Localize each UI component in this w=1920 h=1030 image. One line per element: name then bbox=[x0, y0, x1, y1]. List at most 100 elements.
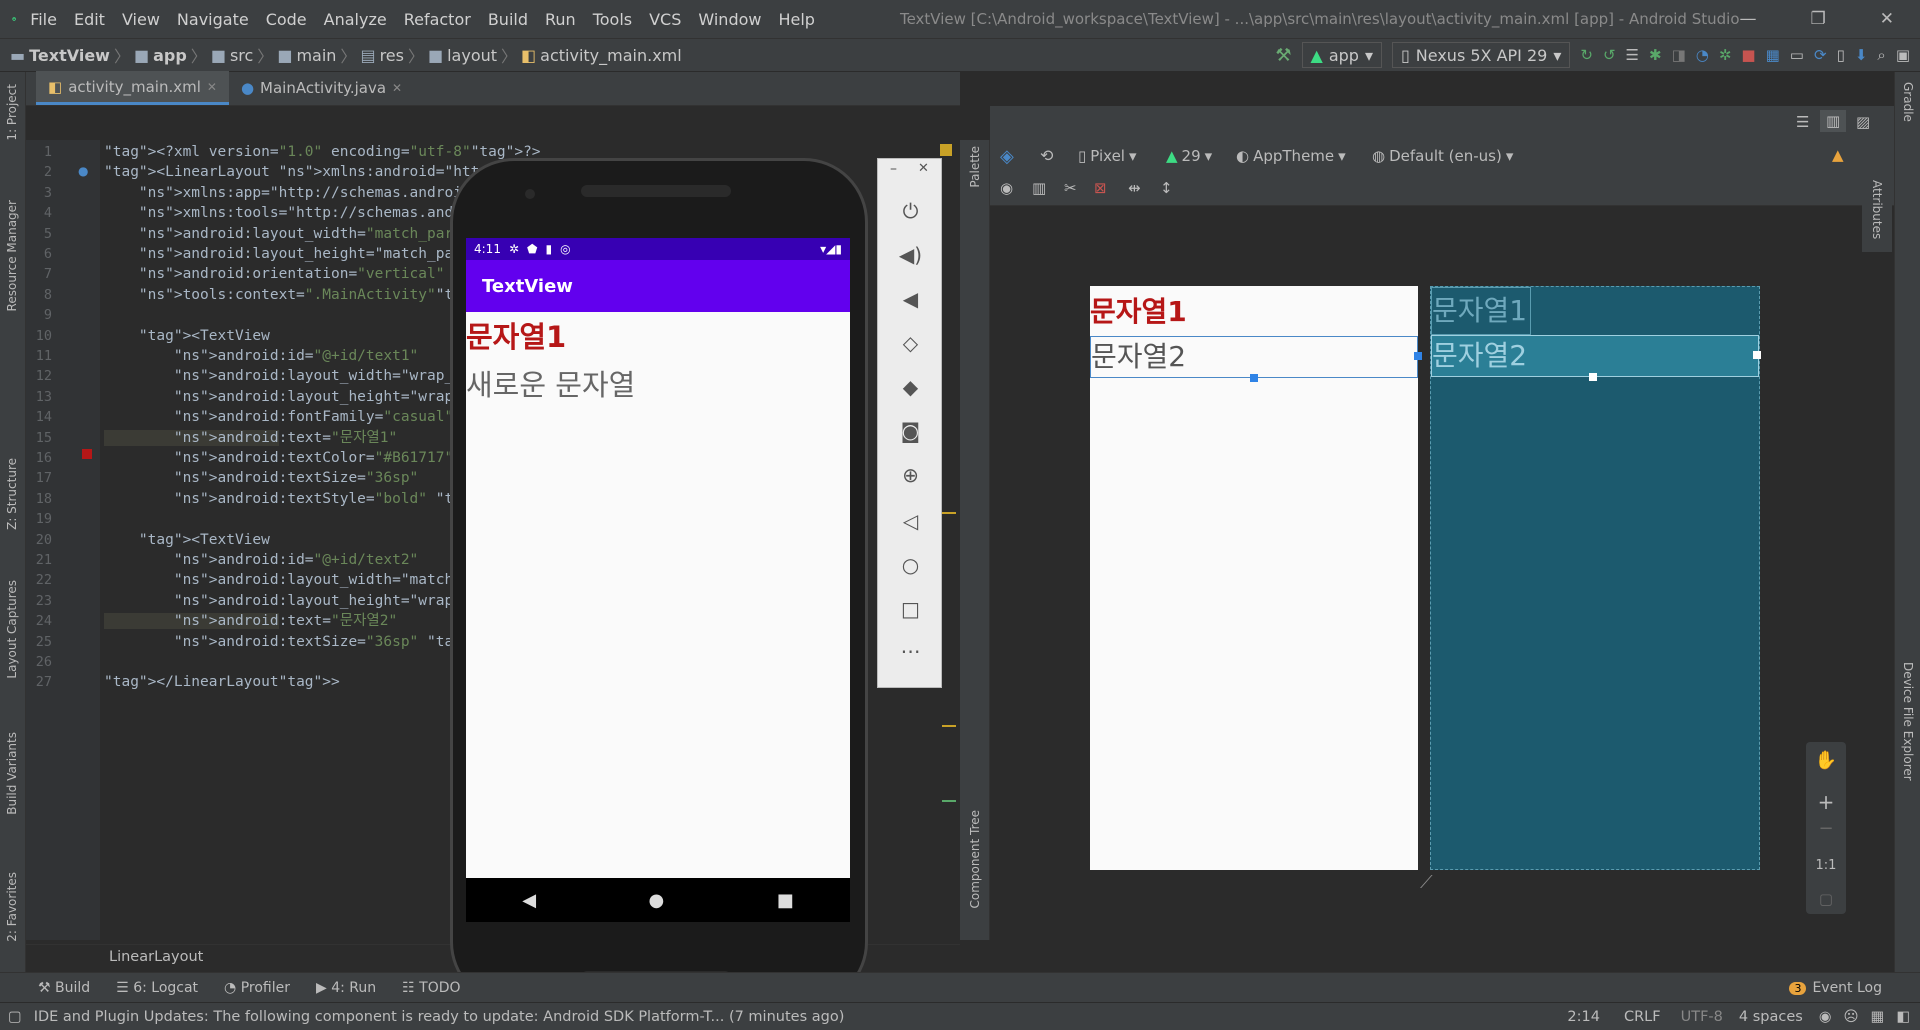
rotate-left-icon[interactable]: ◇ bbox=[878, 331, 943, 355]
color-swatch-icon[interactable] bbox=[82, 449, 92, 459]
tool-run[interactable]: ▶ 4: Run bbox=[316, 980, 376, 996]
warning-marker[interactable] bbox=[940, 144, 952, 156]
vcs-icon[interactable]: ◉ bbox=[1819, 1009, 1832, 1025]
menu-vcs[interactable]: VCS bbox=[649, 10, 681, 29]
preview-text1[interactable]: 문자열1 bbox=[1090, 290, 1187, 330]
rerun-icon[interactable]: ↻ bbox=[1580, 46, 1593, 64]
back-icon[interactable]: ◁ bbox=[878, 509, 943, 533]
home-icon[interactable]: ● bbox=[649, 890, 665, 911]
menu-help[interactable]: Help bbox=[778, 10, 814, 29]
component-tree-tab[interactable]: Component Tree bbox=[968, 810, 982, 908]
device-manager-icon[interactable]: ▯ bbox=[1837, 46, 1845, 64]
screenshot-icon[interactable]: ◙ bbox=[878, 419, 943, 443]
menu-code[interactable]: Code bbox=[266, 10, 307, 29]
clear-constraints-icon[interactable]: ⊠ bbox=[1094, 179, 1107, 197]
hammer-icon[interactable]: ⚒ bbox=[1275, 45, 1291, 66]
status-message[interactable]: IDE and Plugin Updates: The following co… bbox=[34, 1009, 845, 1025]
tool-favorites[interactable]: 2: Favorites bbox=[5, 872, 19, 942]
device-select[interactable]: ▯ Nexus 5X API 29 ▾ bbox=[1391, 42, 1571, 68]
menu-analyze[interactable]: Analyze bbox=[324, 10, 387, 29]
menu-edit[interactable]: Edit bbox=[74, 10, 105, 29]
device-dropdown[interactable]: ▯ Pixel ▾ bbox=[1078, 147, 1137, 165]
eye-icon[interactable]: ◉ bbox=[1000, 179, 1013, 197]
close-emulator-icon[interactable]: ✕ bbox=[918, 161, 929, 176]
orientation-icon[interactable]: ⟲ bbox=[1040, 146, 1053, 165]
more-icon[interactable]: ⋯ bbox=[878, 639, 943, 663]
notifications-icon[interactable]: ◧ bbox=[1896, 1009, 1910, 1025]
menu-view[interactable]: View bbox=[122, 10, 160, 29]
margins-icon[interactable]: ▥ bbox=[1032, 179, 1046, 197]
breadcrumb-app[interactable]: ■ app 〉 bbox=[134, 43, 207, 67]
menu-run[interactable]: Run bbox=[545, 10, 576, 29]
back-icon[interactable]: ◀ bbox=[522, 890, 536, 911]
design-preview[interactable]: 문자열1 문자열2 bbox=[1090, 286, 1422, 870]
breadcrumb-project[interactable]: ▬ TextView 〉 bbox=[10, 43, 130, 67]
code-line[interactable]: "tag"></LinearLayout"tag">> bbox=[104, 670, 340, 695]
memory-icon[interactable]: ▦ bbox=[1871, 1009, 1885, 1025]
restore-icon[interactable]: ❐ bbox=[1811, 9, 1826, 29]
sync-gradle-icon[interactable]: ⟳ bbox=[1814, 46, 1827, 64]
blueprint-text2[interactable]: 문자열2 bbox=[1431, 335, 1759, 377]
avd-manager-icon[interactable]: ▭ bbox=[1790, 46, 1804, 64]
guidelines-icon[interactable]: ↕ bbox=[1160, 179, 1173, 197]
breadcrumb-main[interactable]: ■ main 〉 bbox=[277, 43, 356, 67]
status-toggle-icon[interactable]: ▢ bbox=[8, 1009, 22, 1025]
split-view-icon[interactable]: ▥ bbox=[1820, 110, 1847, 132]
apply-code-changes-icon[interactable]: ☰ bbox=[1626, 46, 1639, 64]
zoom-out-button[interactable]: − bbox=[1808, 818, 1844, 839]
sdk-manager-icon[interactable]: ⬇ bbox=[1855, 46, 1868, 64]
breadcrumb-layout[interactable]: ■ layout 〉 bbox=[428, 43, 517, 67]
menu-tools[interactable]: Tools bbox=[593, 10, 632, 29]
rotate-right-icon[interactable]: ◆ bbox=[878, 375, 943, 399]
footer-element-path[interactable]: LinearLayout bbox=[109, 949, 203, 965]
minimize-emulator-icon[interactable]: – bbox=[890, 161, 897, 177]
breadcrumb-src[interactable]: ■ src 〉 bbox=[211, 43, 274, 67]
tool-event-log[interactable]: 3 Event Log bbox=[1789, 980, 1882, 996]
debug-icon[interactable]: ✱ bbox=[1649, 46, 1662, 64]
overview-icon[interactable]: □ bbox=[878, 597, 943, 621]
autoconnect-icon[interactable]: ✂ bbox=[1064, 179, 1077, 197]
close-tab-icon[interactable]: ✕ bbox=[392, 81, 402, 95]
emulator-screen[interactable]: 4:11 ✲ ⬟ ▮ ◎ ▾◢▮ TextView 문자열1 새로운 문자열 ◀… bbox=[466, 238, 850, 922]
menu-build[interactable]: Build bbox=[488, 10, 528, 29]
breadcrumb-res[interactable]: ▤ res 〉 bbox=[360, 43, 424, 67]
code-line[interactable]: "ns">android:textSize="36sp" "tag">/> bbox=[104, 630, 497, 655]
tool-device-file-explorer[interactable]: Device File Explorer bbox=[1901, 662, 1915, 781]
error-stripe[interactable] bbox=[940, 140, 960, 940]
close-tab-icon[interactable]: ✕ bbox=[207, 80, 217, 94]
inspection-icon[interactable]: ☹ bbox=[1843, 1009, 1858, 1025]
indent-setting[interactable]: 4 spaces bbox=[1739, 1009, 1803, 1025]
zoom-in-button[interactable]: + bbox=[1808, 790, 1844, 814]
attributes-tab[interactable]: Attributes bbox=[1870, 180, 1884, 239]
preview-text2[interactable]: 문자열2 bbox=[1090, 336, 1418, 378]
zoom-icon[interactable]: ⊕ bbox=[878, 463, 943, 487]
resize-handle[interactable] bbox=[1414, 352, 1422, 360]
tool-build[interactable]: ⚒ Build bbox=[38, 980, 90, 996]
caret-position[interactable]: 2:14 bbox=[1567, 1009, 1600, 1025]
stop-icon[interactable]: ■ bbox=[1741, 46, 1755, 64]
resize-handle[interactable] bbox=[1250, 374, 1258, 382]
menu-navigate[interactable]: Navigate bbox=[177, 10, 249, 29]
change-marker[interactable] bbox=[942, 800, 956, 802]
code-line[interactable]: "ns">tools:context=".MainActivity""tag">… bbox=[104, 283, 497, 308]
locale-dropdown[interactable]: ◍ Default (en-us) ▾ bbox=[1372, 147, 1513, 165]
resize-handle[interactable] bbox=[1753, 351, 1761, 359]
power-icon[interactable]: ⏻ bbox=[878, 199, 943, 223]
class-link-icon[interactable]: ● bbox=[78, 164, 88, 178]
coverage-icon[interactable]: ◨ bbox=[1672, 46, 1686, 64]
pan-icon[interactable]: ✋ bbox=[1808, 750, 1844, 771]
tool-profiler[interactable]: ◔ Profiler bbox=[224, 980, 290, 996]
palette-tab[interactable]: Palette bbox=[968, 146, 982, 188]
resize-corner-icon[interactable]: ⟋ bbox=[1420, 872, 1433, 893]
warning-marker[interactable] bbox=[942, 725, 956, 727]
blueprint-text1[interactable]: 문자열1 bbox=[1431, 287, 1531, 335]
tool-structure[interactable]: Z: Structure bbox=[5, 458, 19, 530]
close-window-icon[interactable]: ✕ bbox=[1880, 9, 1894, 29]
minimize-icon[interactable]: — bbox=[1740, 9, 1757, 29]
tool-gradle[interactable]: Gradle bbox=[1901, 82, 1915, 122]
profile-icon[interactable]: ◔ bbox=[1696, 46, 1709, 64]
run-config-select[interactable]: ▲ app ▾ bbox=[1301, 42, 1382, 68]
api-dropdown[interactable]: ▲ 29 ▾ bbox=[1166, 147, 1212, 165]
tool-todo[interactable]: ☷ TODO bbox=[402, 980, 460, 996]
design-view-icon[interactable]: ▨ bbox=[1856, 113, 1870, 131]
